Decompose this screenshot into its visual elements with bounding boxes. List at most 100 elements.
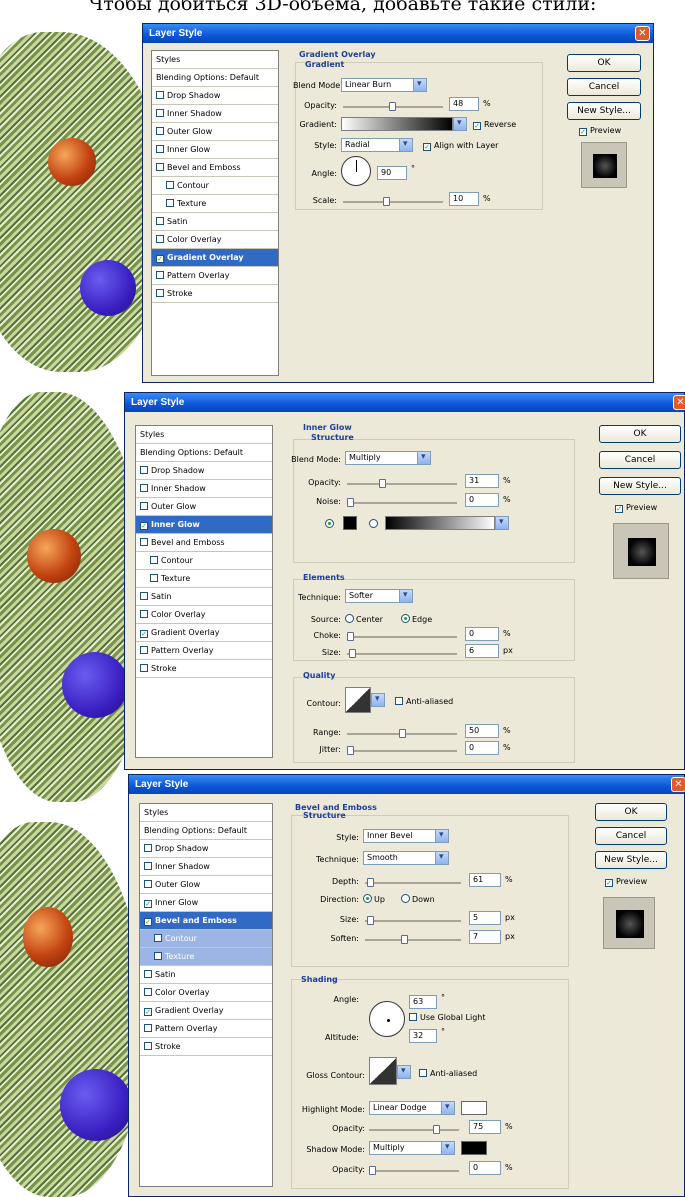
style-item[interactable]: Contour <box>136 552 272 570</box>
highlight-mode-select[interactable]: Linear Dodge <box>369 1101 455 1115</box>
altitude-field[interactable]: 32 <box>409 1029 437 1043</box>
checkbox[interactable] <box>144 970 152 978</box>
style-item[interactable]: Styles <box>152 51 278 69</box>
checkbox[interactable] <box>154 934 162 942</box>
style-item[interactable]: Drop Shadow <box>140 840 272 858</box>
highlight-color-swatch[interactable] <box>461 1101 487 1115</box>
style-item-sub-selected[interactable]: Texture <box>140 948 272 966</box>
style-item[interactable]: Inner Shadow <box>136 480 272 498</box>
style-item[interactable]: ✓ Gradient Overlay <box>140 1002 272 1020</box>
checkbox[interactable] <box>144 1024 152 1032</box>
choke-slider[interactable] <box>347 632 457 641</box>
direction-up-radio[interactable]: Up <box>363 894 385 904</box>
slider-thumb[interactable] <box>433 1125 440 1134</box>
checkbox[interactable] <box>140 538 148 546</box>
blend-mode-select[interactable]: Linear Burn <box>341 78 427 92</box>
size-field[interactable]: 6 <box>465 644 499 658</box>
style-item-selected[interactable]: ✓ Bevel and Emboss <box>140 912 272 930</box>
cancel-button[interactable]: Cancel <box>595 827 667 845</box>
checkbox[interactable] <box>144 988 152 996</box>
noise-field[interactable]: 0 <box>465 493 499 507</box>
style-item[interactable]: Outer Glow <box>136 498 272 516</box>
style-item-selected[interactable]: ✓ Gradient Overlay <box>152 249 278 267</box>
checkbox[interactable] <box>156 145 164 153</box>
source-edge-radio[interactable]: Edge <box>401 614 432 624</box>
style-item[interactable]: Blending Options: Default <box>136 444 272 462</box>
checkbox[interactable] <box>156 91 164 99</box>
style-item[interactable]: Color Overlay <box>136 606 272 624</box>
style-item[interactable]: Satin <box>152 213 278 231</box>
choke-field[interactable]: 0 <box>465 627 499 641</box>
checkbox[interactable] <box>150 556 158 564</box>
style-item[interactable]: Inner Shadow <box>152 105 278 123</box>
style-item[interactable]: Drop Shadow <box>152 87 278 105</box>
style-item[interactable]: Styles <box>140 804 272 822</box>
bevel-style-select[interactable]: Inner Bevel <box>363 829 449 843</box>
highlight-opacity-slider[interactable] <box>369 1125 459 1134</box>
gradient-picker[interactable] <box>341 117 453 131</box>
style-item[interactable]: Color Overlay <box>140 984 272 1002</box>
opacity-field[interactable]: 48 <box>449 97 479 111</box>
style-item[interactable]: Satin <box>140 966 272 984</box>
style-item[interactable]: Contour <box>152 177 278 195</box>
slider-thumb[interactable] <box>367 916 374 925</box>
noise-slider[interactable] <box>347 498 457 507</box>
new-style-button[interactable]: New Style... <box>595 851 667 869</box>
shadow-mode-select[interactable]: Multiply <box>369 1141 455 1155</box>
slider-thumb[interactable] <box>399 729 406 738</box>
checkbox-checked[interactable]: ✓ <box>144 900 152 908</box>
checkbox[interactable] <box>156 127 164 135</box>
range-slider[interactable] <box>347 729 457 738</box>
opacity-slider[interactable] <box>347 479 457 488</box>
style-item[interactable]: Stroke <box>140 1038 272 1056</box>
checkbox[interactable] <box>156 289 164 297</box>
preview-checkbox[interactable]: ✓ Preview <box>579 126 621 136</box>
style-item[interactable]: Styles <box>136 426 272 444</box>
shadow-color-swatch[interactable] <box>461 1141 487 1155</box>
style-item[interactable]: Outer Glow <box>152 123 278 141</box>
checkbox-checked[interactable]: ✓ <box>140 522 148 530</box>
checkbox[interactable] <box>144 880 152 888</box>
style-item[interactable]: ✓ Inner Glow <box>140 894 272 912</box>
angle-field[interactable]: 90 <box>377 166 407 180</box>
checkbox[interactable] <box>156 271 164 279</box>
checkbox[interactable] <box>140 484 148 492</box>
technique-select[interactable]: Smooth <box>363 851 449 865</box>
technique-select[interactable]: Softer <box>345 589 413 603</box>
checkbox[interactable] <box>140 664 148 672</box>
checkbox[interactable] <box>156 217 164 225</box>
shadow-opacity-slider[interactable] <box>369 1166 459 1175</box>
soften-slider[interactable] <box>365 935 461 944</box>
align-with-layer-checkbox[interactable]: ✓ Align with Layer <box>423 141 498 151</box>
new-style-button[interactable]: New Style... <box>599 477 681 495</box>
checkbox[interactable] <box>140 466 148 474</box>
preview-checkbox[interactable]: ✓ Preview <box>605 877 647 887</box>
size-field[interactable]: 5 <box>469 911 501 925</box>
angle-dial[interactable] <box>341 156 371 186</box>
gloss-contour-dropdown[interactable] <box>397 1065 411 1079</box>
checkbox-checked[interactable]: ✓ <box>156 255 164 263</box>
style-item[interactable]: Pattern Overlay <box>140 1020 272 1038</box>
style-item[interactable]: Texture <box>136 570 272 588</box>
glow-gradient-dropdown[interactable] <box>495 516 509 530</box>
close-button[interactable]: ✕ <box>671 777 685 792</box>
depth-field[interactable]: 61 <box>469 873 501 887</box>
checkbox[interactable] <box>156 235 164 243</box>
style-item[interactable]: Pattern Overlay <box>152 267 278 285</box>
jitter-field[interactable]: 0 <box>465 741 499 755</box>
opacity-slider[interactable] <box>343 102 443 111</box>
close-button[interactable]: ✕ <box>673 395 685 410</box>
slider-thumb[interactable] <box>389 102 396 111</box>
ok-button[interactable]: OK <box>599 425 681 443</box>
checkbox-checked[interactable]: ✓ <box>144 918 152 926</box>
style-item[interactable]: Blending Options: Default <box>140 822 272 840</box>
checkbox[interactable] <box>154 952 162 960</box>
checkbox[interactable] <box>144 844 152 852</box>
style-item[interactable]: Satin <box>136 588 272 606</box>
checkbox[interactable] <box>166 181 174 189</box>
source-center-radio[interactable]: Center <box>345 614 383 624</box>
checkbox[interactable] <box>140 592 148 600</box>
close-button[interactable]: ✕ <box>635 26 650 41</box>
style-item[interactable]: ✓ Gradient Overlay <box>136 624 272 642</box>
checkbox[interactable] <box>140 610 148 618</box>
